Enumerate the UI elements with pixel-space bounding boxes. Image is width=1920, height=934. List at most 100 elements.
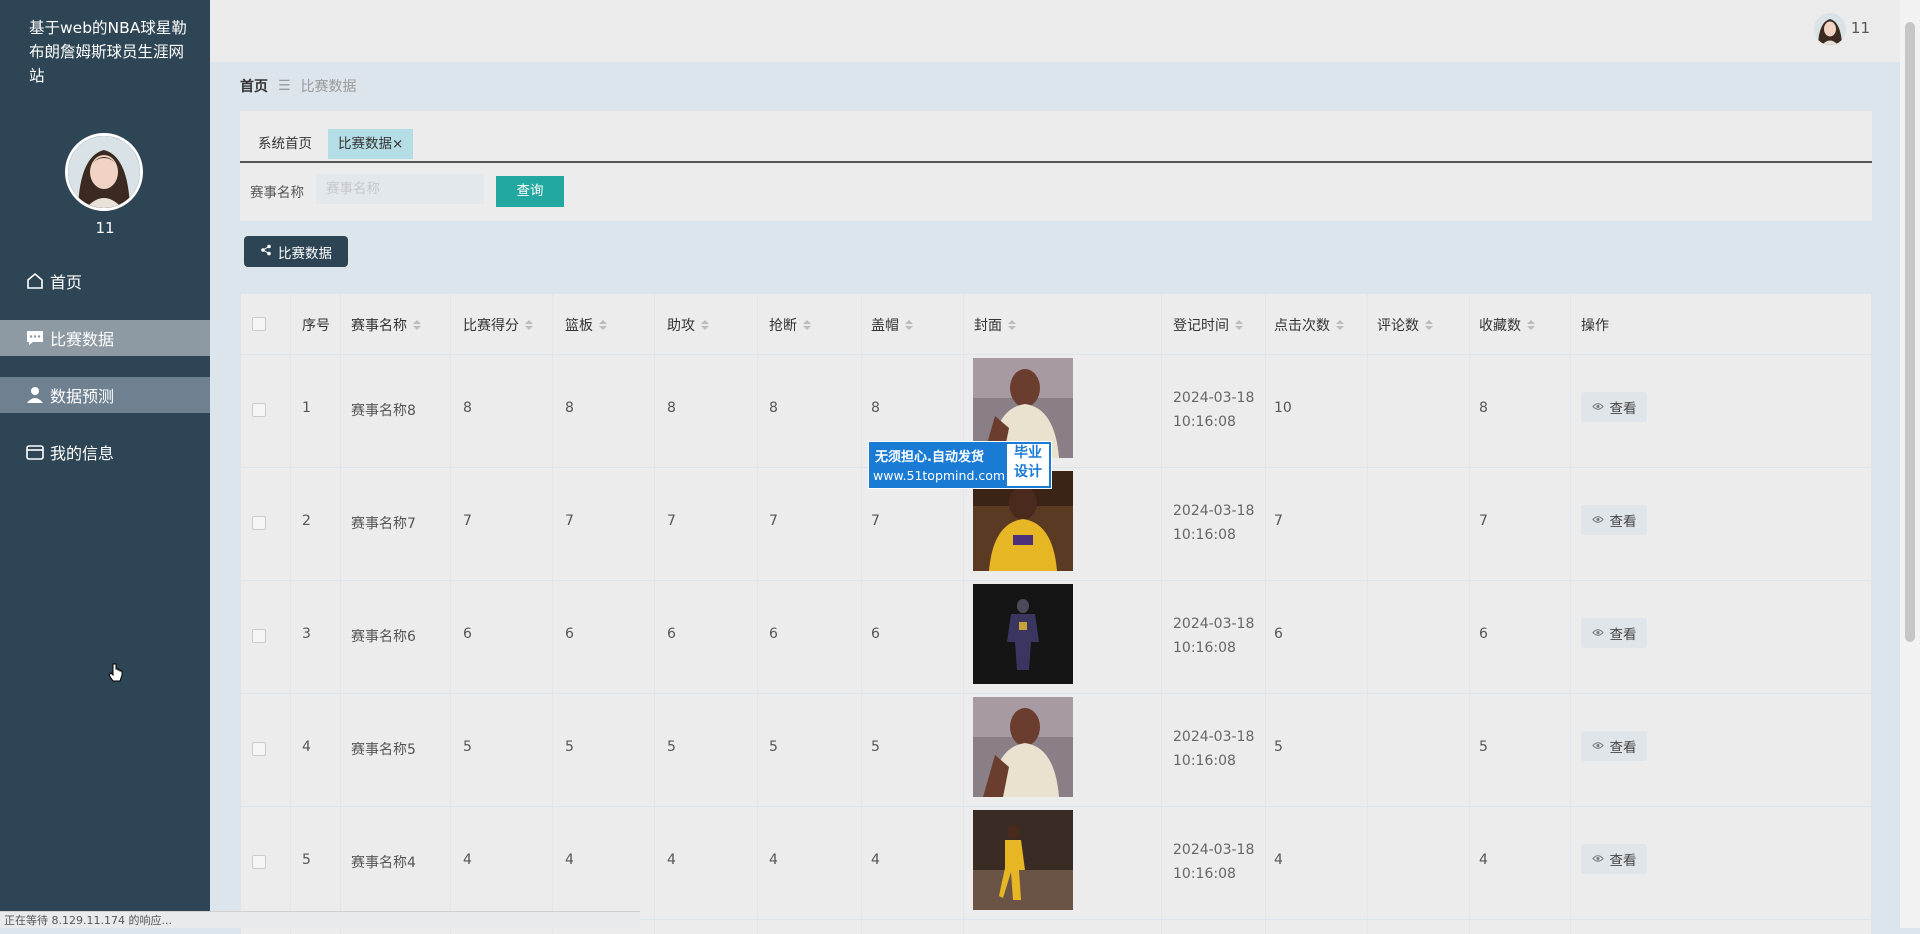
ad-line1: 无须担心.自动发货 xyxy=(875,450,984,465)
card-icon xyxy=(24,441,46,463)
top-avatar[interactable] xyxy=(1814,13,1846,45)
table-header: 序号 赛事名称 比赛得分 篮板 助攻 抢断 盖帽 封面 登记时间 点击次数 评论… xyxy=(241,294,1871,355)
view-button-label: 查看 xyxy=(1609,740,1637,756)
eye-icon xyxy=(1591,512,1604,528)
cell-name: 赛事名称6 xyxy=(351,629,416,645)
cell-clicks: 6 xyxy=(1274,626,1283,642)
row-checkbox[interactable] xyxy=(252,403,266,417)
cell-score: 5 xyxy=(463,739,472,755)
browser-status-bar: 正在等待 8.129.11.174 的响应... xyxy=(0,911,640,928)
table-row: 2 赛事名称7 7 7 7 7 7 2024-03-18 10:16:08 7 7… xyxy=(241,467,1871,581)
cell-index: 3 xyxy=(302,626,311,642)
breadcrumb-home[interactable]: 首页 xyxy=(240,76,268,96)
header-index: 序号 xyxy=(302,318,330,334)
header-favorites[interactable]: 收藏数 xyxy=(1479,315,1535,335)
tab-match-data[interactable]: 比赛数据× xyxy=(328,129,414,159)
row-checkbox[interactable] xyxy=(252,855,266,869)
sort-icon[interactable] xyxy=(1008,320,1016,330)
cell-block: 7 xyxy=(871,513,880,529)
scrollbar-thumb[interactable] xyxy=(1905,22,1915,642)
view-button[interactable]: 查看 xyxy=(1581,505,1647,535)
sort-icon[interactable] xyxy=(1425,320,1433,330)
cover-image[interactable] xyxy=(973,810,1073,910)
view-button[interactable]: 查看 xyxy=(1581,392,1647,422)
tab-system-home[interactable]: 系统首页 xyxy=(248,129,322,159)
eye-icon xyxy=(1591,625,1604,641)
select-all-checkbox[interactable] xyxy=(252,317,266,331)
cell-index: 4 xyxy=(302,739,311,755)
sort-icon[interactable] xyxy=(599,320,607,330)
table-row: 5 赛事名称4 4 4 4 4 4 2024-03-18 10:16:08 4 4… xyxy=(241,806,1871,920)
sort-icon[interactable] xyxy=(525,320,533,330)
page-scrollbar[interactable] xyxy=(1900,0,1920,928)
view-button[interactable]: 查看 xyxy=(1581,844,1647,874)
cell-steal: 6 xyxy=(769,626,778,642)
sidebar-item-label: 数据预测 xyxy=(50,387,115,406)
header-assist[interactable]: 助攻 xyxy=(667,315,709,335)
cover-image[interactable] xyxy=(973,697,1073,797)
sort-icon[interactable] xyxy=(413,320,421,330)
cell-date: 2024-03-18 10:16:08 xyxy=(1173,842,1255,882)
cell-name: 赛事名称8 xyxy=(351,403,416,419)
header-cover[interactable]: 封面 xyxy=(974,315,1016,335)
cell-favorites: 6 xyxy=(1479,626,1488,642)
cell-rebound: 4 xyxy=(565,852,574,868)
cell-date: 2024-03-18 10:16:08 xyxy=(1173,503,1255,543)
search-panel: 系统首页 比赛数据× 赛事名称 查询 xyxy=(240,111,1872,221)
cell-favorites: 4 xyxy=(1479,852,1488,868)
sidebar-item-home[interactable]: 首页 xyxy=(0,263,210,299)
header-rebound[interactable]: 篮板 xyxy=(565,315,607,335)
sort-icon[interactable] xyxy=(905,320,913,330)
breadcrumb: 首页 ☰ 比赛数据 xyxy=(240,76,357,96)
cell-steal: 4 xyxy=(769,852,778,868)
ad-line2: www.51topmind.com xyxy=(873,468,1006,483)
view-button-label: 查看 xyxy=(1609,853,1637,869)
cell-name: 赛事名称7 xyxy=(351,516,416,532)
row-checkbox[interactable] xyxy=(252,742,266,756)
header-date[interactable]: 登记时间 xyxy=(1173,315,1243,335)
cell-score: 7 xyxy=(463,513,472,529)
view-button[interactable]: 查看 xyxy=(1581,618,1647,648)
sort-icon[interactable] xyxy=(803,320,811,330)
cell-rebound: 6 xyxy=(565,626,574,642)
sort-icon[interactable] xyxy=(1235,320,1243,330)
row-checkbox[interactable] xyxy=(252,516,266,530)
view-button[interactable]: 查看 xyxy=(1581,731,1647,761)
share-button[interactable]: 比赛数据 xyxy=(244,236,348,267)
eye-icon xyxy=(1591,851,1604,867)
cell-rebound: 8 xyxy=(565,400,574,416)
header-steal[interactable]: 抢断 xyxy=(769,315,811,335)
sidebar-avatar[interactable] xyxy=(65,133,143,211)
header-block[interactable]: 盖帽 xyxy=(871,315,913,335)
tab-label: 比赛数据 xyxy=(338,136,392,152)
sidebar-item-label: 比赛数据 xyxy=(50,330,115,349)
cell-assist: 4 xyxy=(667,852,676,868)
cell-date: 2024-03-18 10:16:08 xyxy=(1173,729,1255,769)
sidebar-menu: 首页 比赛数据 数据预测 我的信息 xyxy=(0,263,210,682)
sort-icon[interactable] xyxy=(701,320,709,330)
sidebar-item-data-prediction[interactable]: 数据预测 xyxy=(0,377,210,682)
cell-score: 4 xyxy=(463,852,472,868)
table-row: 1 赛事名称8 8 8 8 8 8 2024-03-18 10:16:08 10 … xyxy=(241,354,1871,468)
cover-image[interactable] xyxy=(973,584,1073,684)
header-name[interactable]: 赛事名称 xyxy=(351,315,421,335)
search-button[interactable]: 查询 xyxy=(496,176,564,207)
header-comments[interactable]: 评论数 xyxy=(1377,315,1433,335)
row-checkbox[interactable] xyxy=(252,629,266,643)
search-input[interactable] xyxy=(316,174,484,204)
cell-clicks: 5 xyxy=(1274,739,1283,755)
sidebar-item-my-info[interactable]: 我的信息 xyxy=(0,434,210,470)
close-icon[interactable]: × xyxy=(392,136,403,152)
ad-banner[interactable]: 无须担心.自动发货 www.51topmind.com 毕业 设计 xyxy=(868,441,1052,489)
view-button-label: 查看 xyxy=(1609,514,1637,530)
cell-score: 8 xyxy=(463,400,472,416)
breadcrumb-current: 比赛数据 xyxy=(300,79,357,95)
table-row: 3 赛事名称6 6 6 6 6 6 2024-03-18 10:16:08 6 6… xyxy=(241,580,1871,694)
header-clicks[interactable]: 点击次数 xyxy=(1274,315,1344,335)
user-icon xyxy=(24,384,46,406)
cell-index: 5 xyxy=(302,852,311,868)
sort-icon[interactable] xyxy=(1336,320,1344,330)
header-score[interactable]: 比赛得分 xyxy=(463,315,533,335)
sidebar-item-match-data[interactable]: 比赛数据 xyxy=(0,320,210,356)
sort-icon[interactable] xyxy=(1527,320,1535,330)
